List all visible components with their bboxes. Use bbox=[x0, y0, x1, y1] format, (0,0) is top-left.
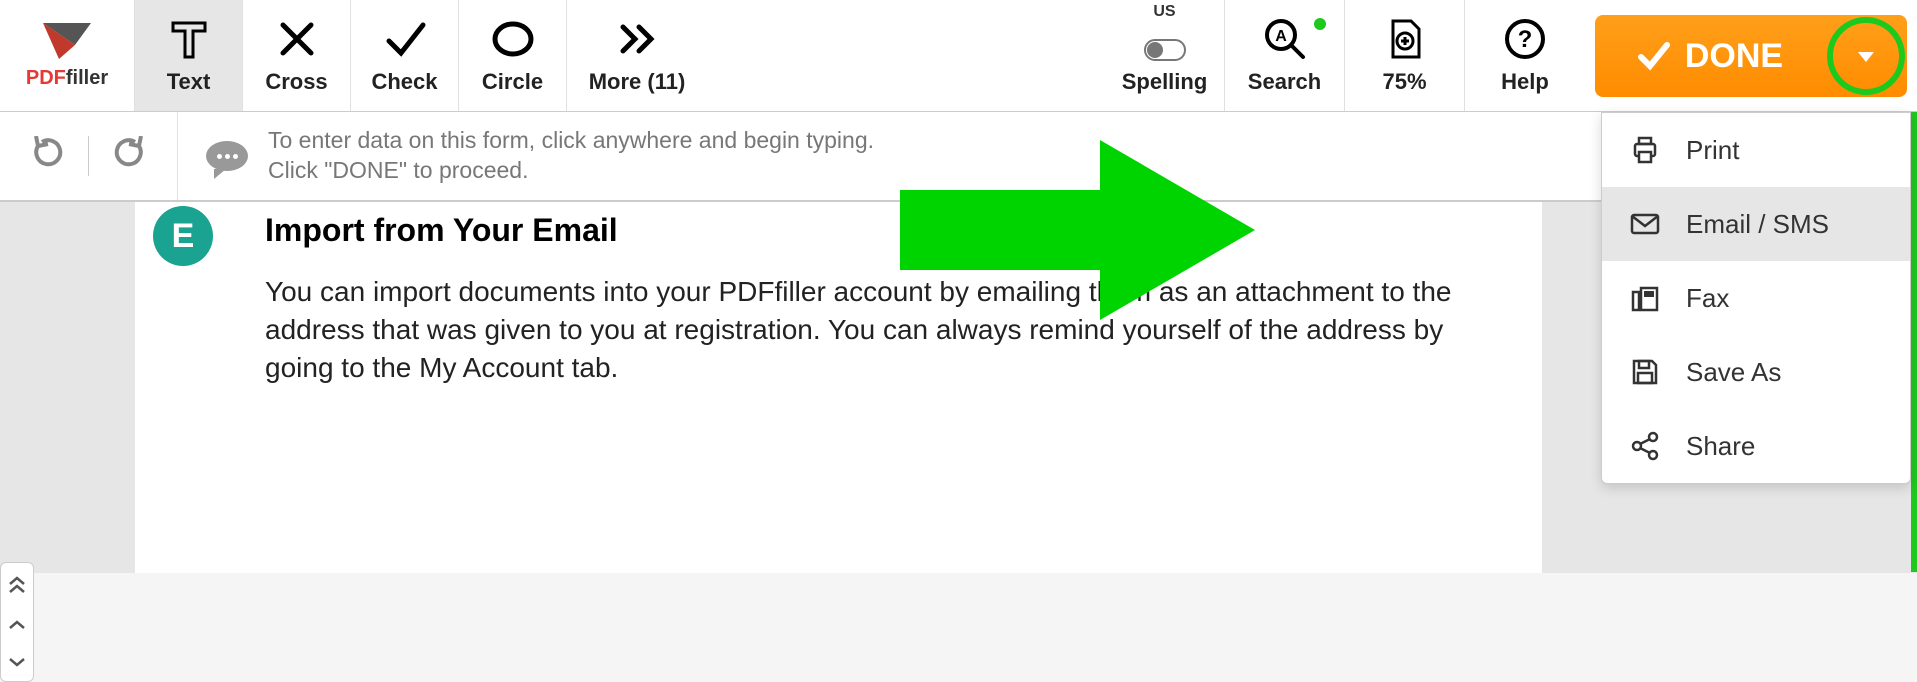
help-icon: ? bbox=[1503, 17, 1547, 61]
more-tools-button[interactable]: More (11) bbox=[567, 0, 707, 111]
undo-icon bbox=[28, 136, 64, 172]
search-label: Search bbox=[1248, 69, 1321, 95]
doc-body-text: You can import documents into your PDFfi… bbox=[265, 273, 1482, 386]
redo-icon bbox=[113, 136, 149, 172]
menu-item-print[interactable]: Print bbox=[1602, 113, 1910, 187]
help-label: Help bbox=[1501, 69, 1549, 95]
caret-down-icon bbox=[1854, 44, 1878, 68]
check-icon bbox=[383, 17, 427, 61]
spelling-button[interactable]: US Spelling bbox=[1105, 0, 1225, 111]
chevron-double-up-icon bbox=[7, 576, 27, 594]
menu-item-email-sms[interactable]: Email / SMS bbox=[1602, 187, 1910, 261]
svg-text:?: ? bbox=[1518, 26, 1533, 53]
search-icon: A bbox=[1263, 17, 1307, 61]
chevron-down-icon bbox=[7, 656, 27, 668]
doc-heading: Import from Your Email bbox=[265, 212, 1482, 249]
menu-item-label: Share bbox=[1686, 431, 1755, 462]
text-tool-label: Text bbox=[167, 69, 211, 95]
right-edge-decoration bbox=[1911, 112, 1917, 572]
top-toolbar: PDFfiller Text Cross Check Circle bbox=[0, 0, 1917, 112]
menu-item-save-as[interactable]: Save As bbox=[1602, 335, 1910, 409]
info-text: To enter data on this form, click anywhe… bbox=[268, 126, 874, 186]
menu-item-fax[interactable]: Fax bbox=[1602, 261, 1910, 335]
cross-tool-label: Cross bbox=[265, 69, 327, 95]
circle-tool-label: Circle bbox=[482, 69, 543, 95]
help-button[interactable]: ? Help bbox=[1465, 0, 1585, 111]
logo-icon bbox=[37, 21, 97, 61]
document-page[interactable]: E Import from Your Email You can import … bbox=[135, 202, 1542, 573]
history-controls bbox=[0, 112, 178, 200]
text-t-icon bbox=[167, 17, 211, 61]
check-tool-label: Check bbox=[371, 69, 437, 95]
share-icon bbox=[1628, 429, 1662, 463]
done-dropdown-menu: Print Email / SMS Fax Save As Share bbox=[1601, 112, 1911, 484]
circle-tool-button[interactable]: Circle bbox=[459, 0, 567, 111]
notification-dot-icon bbox=[1314, 18, 1326, 30]
menu-item-label: Fax bbox=[1686, 283, 1729, 314]
menu-item-label: Email / SMS bbox=[1686, 209, 1829, 240]
svg-text:A: A bbox=[1275, 28, 1287, 45]
undo-button[interactable] bbox=[28, 136, 64, 177]
save-icon bbox=[1628, 355, 1662, 389]
speech-bubble-icon bbox=[206, 141, 248, 171]
more-tools-label: More (11) bbox=[589, 69, 686, 95]
text-tool-button[interactable]: Text bbox=[135, 0, 243, 111]
avatar: E bbox=[153, 206, 213, 266]
menu-item-label: Save As bbox=[1686, 357, 1781, 388]
check-tool-button[interactable]: Check bbox=[351, 0, 459, 111]
spelling-lang-label: US bbox=[1153, 3, 1175, 21]
menu-item-label: Print bbox=[1686, 135, 1739, 166]
spelling-label: Spelling bbox=[1122, 69, 1208, 95]
check-icon bbox=[1637, 39, 1671, 73]
cross-x-icon bbox=[275, 17, 319, 61]
circle-icon bbox=[491, 17, 535, 61]
zoom-document-icon bbox=[1383, 17, 1427, 61]
logo[interactable]: PDFfiller bbox=[0, 0, 135, 111]
chevron-double-right-icon bbox=[615, 17, 659, 61]
envelope-icon bbox=[1628, 207, 1662, 241]
divider bbox=[88, 136, 89, 176]
done-label: DONE bbox=[1685, 37, 1783, 76]
search-button[interactable]: A Search bbox=[1225, 0, 1345, 111]
fax-icon bbox=[1628, 281, 1662, 315]
zoom-label: 75% bbox=[1382, 69, 1426, 95]
zoom-button[interactable]: 75% bbox=[1345, 0, 1465, 111]
editing-tools: Text Cross Check Circle More (11) bbox=[135, 0, 707, 111]
done-button[interactable]: DONE bbox=[1595, 15, 1825, 97]
menu-item-share[interactable]: Share bbox=[1602, 409, 1910, 483]
chevron-up-icon bbox=[7, 619, 27, 631]
utility-tools: US Spelling A Search 75% ? Help bbox=[1105, 0, 1585, 111]
scroll-controls[interactable] bbox=[0, 562, 34, 682]
logo-text: PDFfiller bbox=[26, 67, 108, 90]
print-icon bbox=[1628, 133, 1662, 167]
redo-button[interactable] bbox=[113, 136, 149, 177]
cross-tool-button[interactable]: Cross bbox=[243, 0, 351, 111]
toggle-icon bbox=[1144, 39, 1186, 61]
done-dropdown-toggle[interactable] bbox=[1825, 15, 1907, 97]
